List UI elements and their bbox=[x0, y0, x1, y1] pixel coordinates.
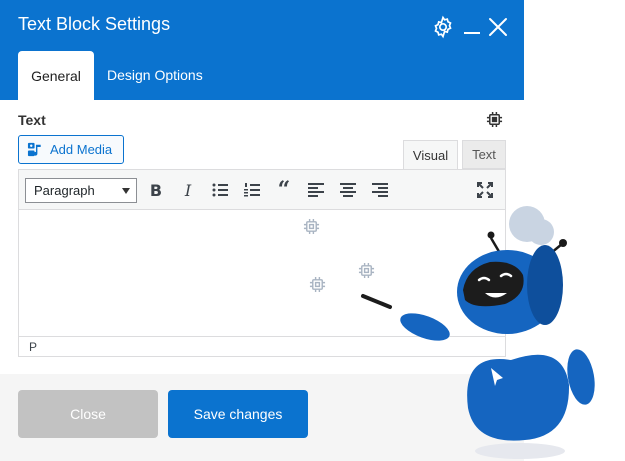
align-right-icon[interactable] bbox=[370, 180, 390, 200]
minimize-icon[interactable] bbox=[462, 18, 482, 38]
media-icon bbox=[27, 142, 41, 157]
paragraph-format-select[interactable]: Paragraph bbox=[25, 178, 137, 203]
editor-tab-visual[interactable]: Visual bbox=[403, 140, 458, 170]
panel-title: Text Block Settings bbox=[18, 14, 171, 34]
chip-icon[interactable] bbox=[486, 111, 503, 128]
close-icon[interactable] bbox=[487, 16, 509, 38]
text-section-label: Text bbox=[18, 112, 46, 128]
chevron-down-icon bbox=[122, 188, 130, 194]
gear-icon[interactable] bbox=[431, 15, 455, 39]
numbered-list-icon[interactable] bbox=[242, 180, 262, 200]
chip-icon bbox=[309, 276, 326, 293]
tab-general[interactable]: General bbox=[18, 51, 94, 100]
stage: Text Block Settings General Design Optio… bbox=[0, 0, 625, 461]
robot-mascot-illustration bbox=[361, 206, 595, 459]
bullet-list-icon[interactable] bbox=[210, 180, 230, 200]
align-left-icon[interactable] bbox=[306, 180, 326, 200]
chip-icon bbox=[303, 218, 320, 235]
add-media-button[interactable]: Add Media bbox=[18, 135, 124, 164]
format-select-value: Paragraph bbox=[34, 183, 95, 198]
fullscreen-icon[interactable] bbox=[475, 180, 495, 200]
close-button[interactable]: Close bbox=[18, 390, 158, 438]
panel-header: Text Block Settings General Design Optio… bbox=[0, 0, 524, 100]
add-media-label: Add Media bbox=[50, 142, 113, 157]
save-changes-button[interactable]: Save changes bbox=[168, 390, 308, 438]
bold-icon[interactable]: B bbox=[146, 180, 166, 200]
element-path[interactable]: P bbox=[29, 340, 37, 354]
tab-design-options[interactable]: Design Options bbox=[107, 67, 203, 83]
blockquote-icon[interactable]: “ bbox=[274, 179, 294, 201]
editor-tab-text[interactable]: Text bbox=[462, 140, 506, 169]
italic-icon[interactable]: I bbox=[178, 180, 198, 200]
align-center-icon[interactable] bbox=[338, 180, 358, 200]
